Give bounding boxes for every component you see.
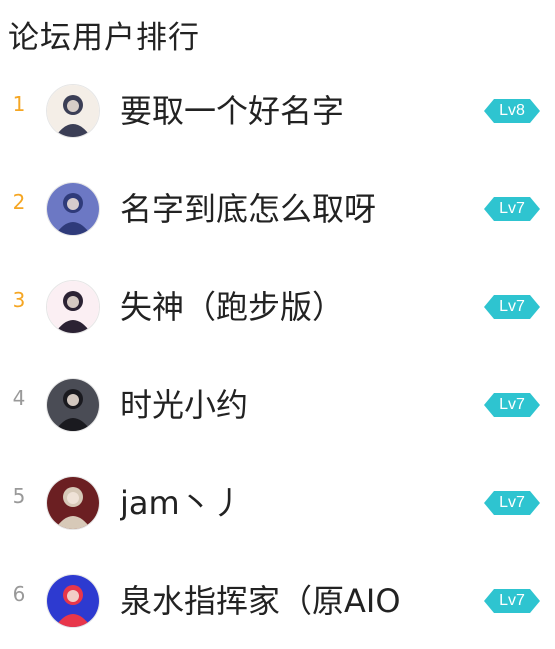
level-label: Lv7 (499, 494, 525, 511)
level-badge: Lv7 (484, 197, 540, 221)
level-label: Lv7 (499, 592, 525, 609)
user-name[interactable]: 要取一个好名字 (120, 86, 344, 132)
page-title: 论坛用户排行 (8, 20, 200, 56)
user-avatar[interactable] (46, 476, 100, 530)
user-row[interactable]: 5 jam丶丿 Lv7 (0, 450, 555, 548)
level-label: Lv7 (499, 200, 525, 217)
user-row[interactable]: 3 失神（跑步版） Lv7 (0, 254, 555, 352)
rank-number: 1 (12, 92, 26, 116)
level-label: Lv7 (499, 298, 525, 315)
rank-number: 5 (12, 484, 26, 508)
user-avatar[interactable] (46, 574, 100, 628)
level-badge: Lv7 (484, 589, 540, 613)
level-label: Lv7 (499, 396, 525, 413)
user-avatar[interactable] (46, 378, 100, 432)
user-row[interactable]: 4 时光小约 Lv7 (0, 352, 555, 450)
user-name[interactable]: 失神（跑步版） (120, 282, 344, 328)
user-avatar[interactable] (46, 182, 100, 236)
user-avatar[interactable] (46, 280, 100, 334)
level-badge: Lv7 (484, 295, 540, 319)
rank-number: 6 (12, 582, 26, 606)
level-badge: Lv8 (484, 99, 540, 123)
user-avatar[interactable] (46, 84, 100, 138)
user-name[interactable]: 泉水指挥家（原AIO (120, 576, 401, 622)
level-badge: Lv7 (484, 491, 540, 515)
rank-number: 4 (12, 386, 26, 410)
level-badge: Lv7 (484, 393, 540, 417)
rank-number: 2 (12, 190, 26, 214)
user-name[interactable]: jam丶丿 (120, 478, 244, 524)
rank-number: 3 (12, 288, 26, 312)
user-name[interactable]: 时光小约 (120, 380, 248, 426)
user-name[interactable]: 名字到底怎么取呀 (120, 184, 376, 230)
user-row[interactable]: 2 名字到底怎么取呀 Lv7 (0, 156, 555, 254)
user-row[interactable]: 6 泉水指挥家（原AIO Lv7 (0, 548, 555, 646)
user-row[interactable]: 1 要取一个好名字 Lv8 (0, 58, 555, 156)
level-label: Lv8 (499, 102, 525, 119)
